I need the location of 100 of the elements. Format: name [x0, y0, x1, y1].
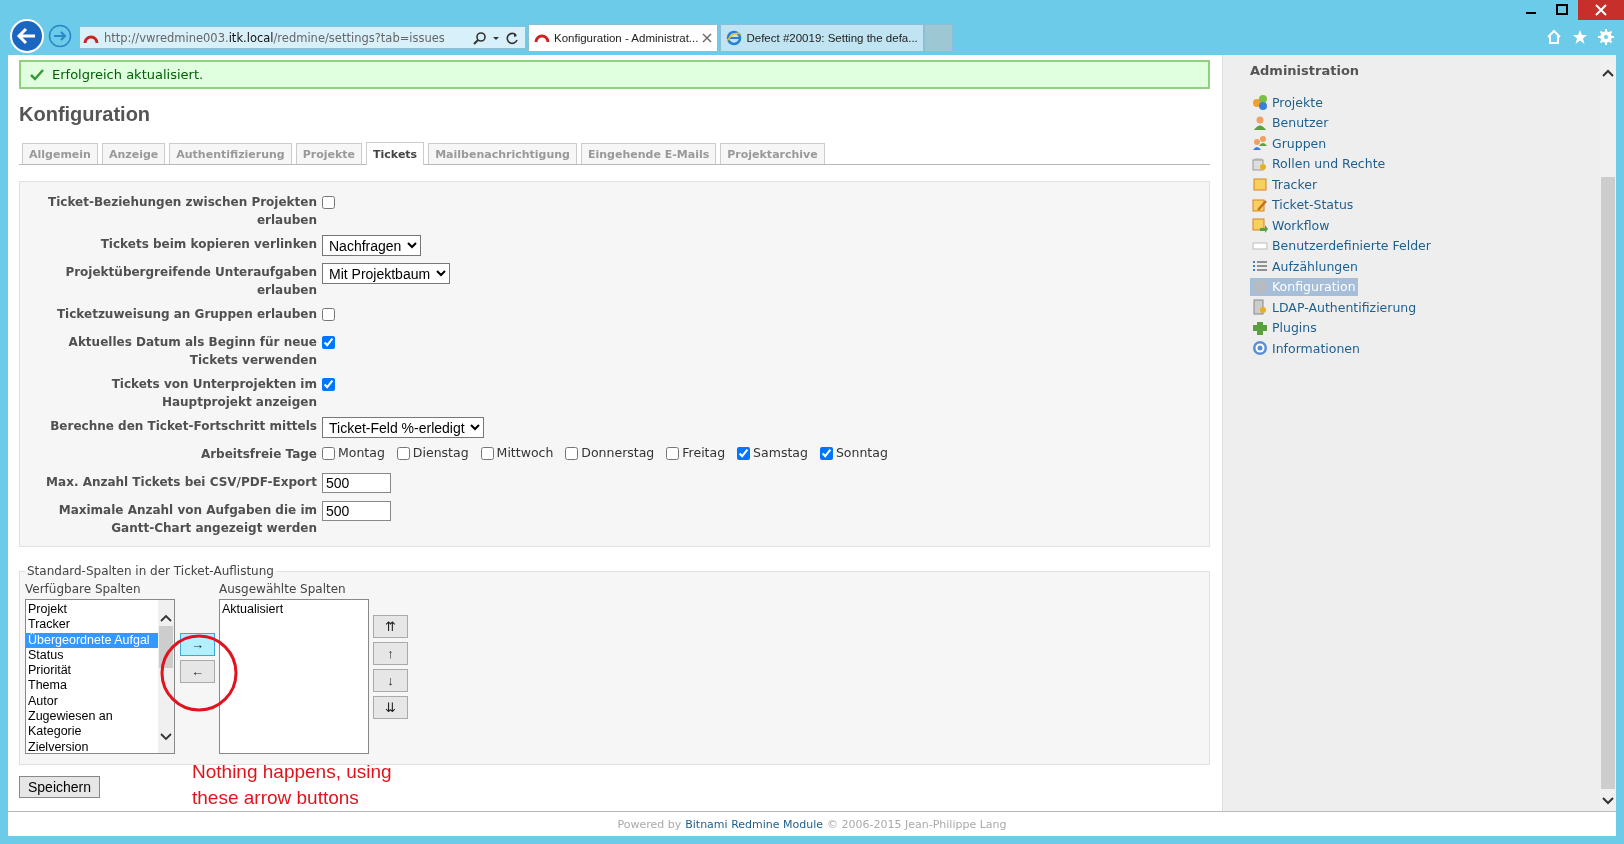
- checkbox[interactable]: [480, 446, 494, 460]
- checkbox[interactable]: [322, 378, 335, 391]
- checkbox-label: Dienstag: [412, 445, 469, 460]
- checkbox-label: Montag: [338, 445, 385, 460]
- sidebar-link[interactable]: Benutzerdefinierte Felder: [1250, 236, 1433, 255]
- list-label: Ausgewählte Spalten: [219, 582, 347, 596]
- back-button[interactable]: [10, 18, 44, 53]
- order-button[interactable]: ↑: [373, 642, 408, 665]
- order-button[interactable]: ⇊: [373, 696, 408, 719]
- sidebar-link[interactable]: Plugins: [1250, 318, 1319, 337]
- sidebar-link[interactable]: Tracker: [1250, 175, 1320, 193]
- checkbox-label: Freitag: [682, 445, 726, 460]
- browser-logo-icon: [726, 30, 743, 46]
- list-label: Verfügbare Spalten: [25, 582, 142, 596]
- list-option[interactable]: Tracker: [26, 617, 158, 633]
- scroll-down-icon[interactable]: [1602, 797, 1614, 805]
- setting-label: Arbeitsfreie Tage: [199, 446, 317, 463]
- setting-label: Projektübergreifende Unteraufgaben erlauben: [64, 264, 317, 299]
- scroll-down-icon[interactable]: [160, 733, 172, 741]
- checkmark-icon: [30, 68, 44, 81]
- setting-label: Ticketzuweisung an Gruppen erlauben: [55, 306, 317, 323]
- move-button[interactable]: ←: [180, 660, 215, 683]
- gear-icon: [1252, 278, 1268, 295]
- annotation-text: Nothing happens, using these arrow buttons: [192, 760, 393, 810]
- projects-icon: [1252, 94, 1268, 110]
- checkbox-label: Samstag: [753, 445, 808, 460]
- sidebar-link[interactable]: LDAP-Authentifizierung: [1250, 298, 1419, 316]
- order-button[interactable]: ⇈: [373, 615, 408, 638]
- refresh-icon[interactable]: [505, 30, 519, 45]
- selected-columns-list[interactable]: Aktualisiert: [219, 599, 369, 754]
- available-columns-list[interactable]: Projekt Tracker Übergeordnete Aufgal Status Priorität Thema Autor Zugewiesen an Kategorie Zielversion: [25, 599, 175, 754]
- checkbox[interactable]: [396, 446, 410, 460]
- browser-tab[interactable]: Defect #20019: Setting the defa...: [720, 24, 924, 51]
- checkbox[interactable]: [322, 308, 335, 321]
- settings-tab[interactable]: Tickets: [366, 142, 425, 165]
- sidebar-link[interactable]: Informationen: [1250, 339, 1362, 357]
- checkbox[interactable]: [322, 196, 335, 209]
- setting-label: Maximale Anzahl von Aufgaben die im Gantt-Chart angezeigt werden: [57, 502, 317, 537]
- server-key-icon: [1252, 299, 1268, 315]
- checkbox[interactable]: [819, 446, 833, 460]
- list-option[interactable]: Status: [26, 647, 158, 664]
- dropdown[interactable]: Mit Projektbaum: [322, 263, 450, 284]
- close-icon[interactable]: [702, 33, 713, 43]
- checkbox[interactable]: [565, 446, 579, 460]
- setting-label: Ticket-Beziehungen zwischen Projekten erlauben: [47, 194, 317, 229]
- url-text: http://vwredmine003.itk.local/redmine/settings?tab=issues: [104, 30, 445, 45]
- list-option[interactable]: Zielversion: [26, 739, 158, 753]
- list-option[interactable]: Thema: [26, 678, 158, 694]
- status-icon: [1252, 196, 1268, 213]
- sidebar-link[interactable]: Gruppen: [1250, 134, 1329, 152]
- checkbox[interactable]: [322, 446, 335, 460]
- fieldset-legend: Standard-Spalten in der Ticket-Auflistung: [25, 564, 276, 578]
- sidebar-link[interactable]: Ticket-Status: [1250, 195, 1356, 214]
- input-field[interactable]: 500: [322, 501, 391, 521]
- browser-tab[interactable]: Konfiguration - Administrat...: [528, 24, 719, 51]
- setting-label: Aktuelles Datum als Beginn für neue Tickets verwenden: [67, 334, 317, 369]
- list-option[interactable]: Kategorie: [26, 724, 158, 740]
- dropdown[interactable]: Ticket-Feld %-erledigt: [322, 417, 484, 438]
- checkbox-label: Donnerstag: [581, 445, 655, 460]
- setting-label: Berechne den Ticket-Fortschritt mittels: [49, 418, 317, 435]
- address-field[interactable]: http://vwredmine003.itk.local/redmine/settings?tab=issues: [79, 26, 526, 49]
- close-icon[interactable]: [1578, 0, 1624, 20]
- group-icon: [1252, 135, 1268, 151]
- save-button[interactable]: Speichern: [19, 776, 100, 798]
- list-option[interactable]: Aktualisiert: [220, 602, 368, 618]
- checkbox[interactable]: [322, 336, 335, 349]
- list-scrollbar[interactable]: [158, 600, 174, 753]
- message-text: Erfolgreich aktualisiert.: [52, 67, 204, 82]
- list-option[interactable]: Autor: [26, 693, 158, 710]
- sidebar-heading: Administration: [1250, 63, 1361, 78]
- setting-label: Tickets von Unterprojekten im Hauptprojekt anzeigen: [110, 376, 317, 411]
- list-option[interactable]: Projekt: [26, 602, 158, 618]
- checkbox[interactable]: [737, 446, 751, 460]
- checkbox-label: Sonntag: [835, 445, 888, 460]
- list-icon: [1252, 258, 1268, 274]
- sidebar-link[interactable]: Rollen und Rechte: [1250, 154, 1388, 173]
- scrollbar[interactable]: [1600, 55, 1616, 811]
- scroll-up-icon[interactable]: [1602, 69, 1614, 77]
- scroll-up-icon[interactable]: [160, 614, 172, 622]
- order-button[interactable]: ↓: [373, 669, 408, 692]
- scroll-thumb[interactable]: [1601, 177, 1615, 789]
- footer-text: © 2006-2015 Jean-Philippe Lang: [827, 817, 1007, 831]
- list-option[interactable]: Priorität: [26, 663, 158, 679]
- sidebar-link[interactable]: Projekte: [1250, 93, 1325, 111]
- search-icon[interactable]: [473, 30, 487, 45]
- sidebar-link[interactable]: Aufzählungen: [1250, 257, 1360, 275]
- input-field[interactable]: 500: [322, 473, 391, 493]
- workflow-icon: [1252, 217, 1268, 233]
- star-icon[interactable]: [1572, 28, 1588, 45]
- setting-label: Max. Anzahl Tickets bei CSV/PDF-Export: [45, 474, 317, 491]
- sidebar-link[interactable]: Workflow: [1250, 216, 1332, 234]
- checkbox-label: Mittwoch: [496, 445, 554, 460]
- list-option[interactable]: Zugewiesen an: [26, 709, 158, 725]
- puzzle-icon: [1252, 319, 1268, 336]
- dropdown[interactable]: Nachfragen: [322, 235, 421, 256]
- checkbox[interactable]: [666, 446, 680, 460]
- footer-link[interactable]: Bitnami Redmine Module: [685, 817, 824, 831]
- footer-text: Powered by: [617, 817, 682, 831]
- user-icon: [1252, 114, 1268, 131]
- sidebar-link[interactable]: Benutzer: [1250, 113, 1331, 132]
